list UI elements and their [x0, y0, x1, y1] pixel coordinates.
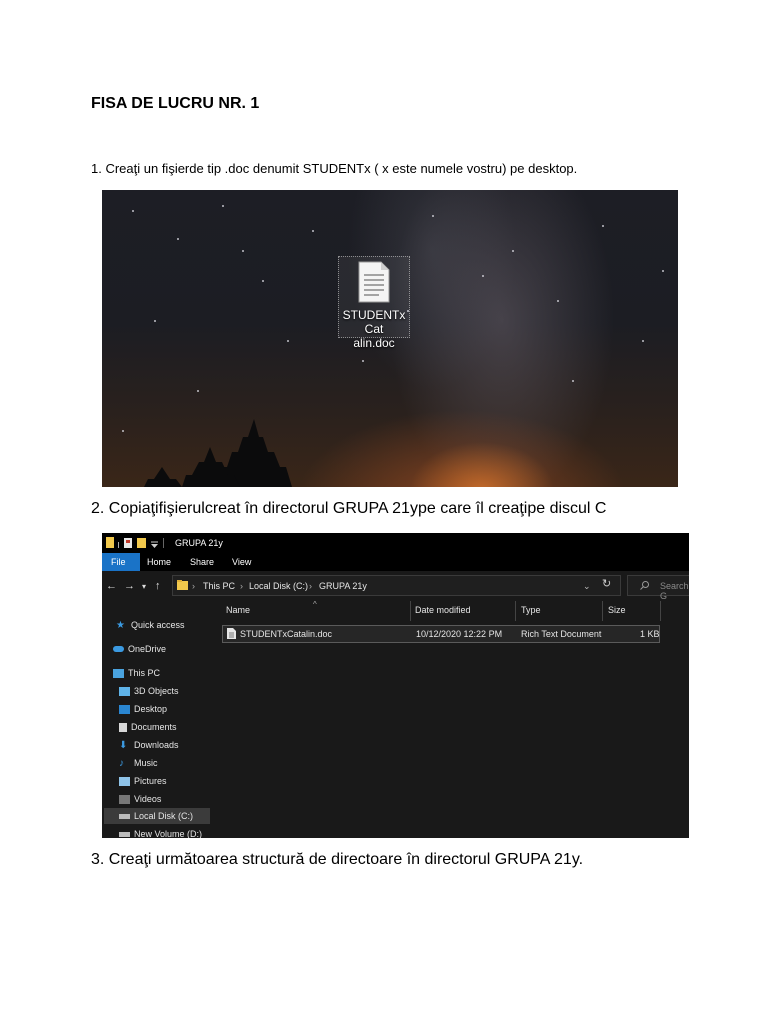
- search-input[interactable]: Search G: [627, 575, 689, 601]
- quick-access-toolbar[interactable]: [106, 537, 166, 549]
- star-icon: ★: [116, 619, 125, 631]
- sidebar-item-new-volume[interactable]: New Volume (D:): [119, 826, 202, 838]
- sidebar-item-label: Desktop: [134, 704, 168, 714]
- document-icon: [358, 261, 390, 303]
- breadcrumb-separator: ›: [309, 581, 312, 591]
- navigation-pane: ★ Quick access OneDrive This PC 3D Objec…: [102, 599, 210, 838]
- sidebar-item-label: New Volume (D:): [134, 829, 203, 838]
- column-divider[interactable]: [660, 601, 661, 621]
- document-icon: [119, 722, 127, 732]
- folder-icon: [177, 580, 188, 590]
- breadcrumb-this-pc[interactable]: This PC: [203, 581, 235, 591]
- sidebar-item-label: Videos: [134, 794, 162, 804]
- file-name: STUDENTxCatalin.doc: [240, 629, 333, 639]
- search-placeholder: Search G: [660, 581, 689, 601]
- sidebar-item-3d-objects[interactable]: 3D Objects: [119, 683, 179, 699]
- tab-home[interactable]: Home: [147, 557, 171, 567]
- column-header-type[interactable]: Type: [521, 605, 541, 615]
- sidebar-item-label: This PC: [128, 668, 161, 678]
- window-title: GRUPA 21y: [175, 538, 223, 548]
- sidebar-item-desktop[interactable]: Desktop: [119, 701, 167, 717]
- cloud-icon: [113, 646, 124, 652]
- column-divider[interactable]: [515, 601, 516, 621]
- sidebar-item-documents[interactable]: Documents: [119, 719, 177, 735]
- music-icon: ♪: [119, 757, 124, 769]
- column-divider[interactable]: [410, 601, 411, 621]
- search-icon: [640, 581, 649, 590]
- sidebar-item-videos[interactable]: Videos: [119, 791, 161, 807]
- sidebar-item-pictures[interactable]: Pictures: [119, 773, 167, 789]
- column-header-date-modified[interactable]: Date modified: [415, 605, 471, 615]
- sidebar-item-onedrive[interactable]: OneDrive: [113, 641, 166, 657]
- desktop-file-label-line1: STUDENTxCat: [342, 308, 406, 336]
- desktop-file-icon[interactable]: STUDENTxCat alin.doc: [338, 256, 410, 350]
- sidebar-item-label: Quick access: [131, 620, 185, 630]
- desktop-file-label-line2: alin.doc: [353, 336, 395, 350]
- sidebar-item-downloads[interactable]: ⬇ Downloads: [119, 737, 179, 753]
- drive-icon: [119, 813, 130, 819]
- sidebar-item-local-disk[interactable]: Local Disk (C:): [104, 808, 210, 824]
- title-bar: GRUPA 21y: [102, 533, 689, 553]
- sort-arrow-icon: ^: [313, 600, 317, 609]
- breadcrumb-local-disk[interactable]: Local Disk (C:): [249, 581, 308, 591]
- sidebar-item-label: 3D Objects: [134, 686, 179, 696]
- forward-arrow-icon[interactable]: →: [124, 580, 135, 592]
- sidebar-item-music[interactable]: ♪ Music: [119, 755, 158, 771]
- tab-view[interactable]: View: [232, 557, 251, 567]
- tab-share[interactable]: Share: [190, 557, 214, 567]
- address-row: ← → ▾ ↑ › This PC › Local Disk (C:) › GR…: [102, 571, 689, 601]
- sidebar-item-this-pc[interactable]: This PC: [113, 665, 160, 681]
- breadcrumb-separator: ›: [192, 581, 195, 591]
- sidebar-item-label: Music: [134, 758, 158, 768]
- sidebar-item-quick-access[interactable]: ★ Quick access: [116, 617, 185, 633]
- file-explorer-window: GRUPA 21y File Home Share View ← → ▾ ↑ ›…: [102, 533, 689, 838]
- tree-silhouette: [144, 419, 292, 487]
- desktop-screenshot: STUDENTxCat alin.doc: [102, 190, 678, 487]
- sidebar-item-label: Local Disk (C:): [134, 811, 194, 821]
- computer-icon: [113, 668, 124, 678]
- sidebar-item-label: OneDrive: [128, 644, 167, 654]
- column-header-name[interactable]: Name: [226, 605, 250, 615]
- address-dropdown-icon[interactable]: ⌄: [583, 581, 591, 592]
- file-date-modified: 10/12/2020 12:22 PM: [416, 629, 503, 639]
- recent-chevron-icon[interactable]: ▾: [142, 582, 146, 591]
- worksheet-title: FISA DE LUCRU NR. 1: [91, 95, 260, 112]
- desktop-file-label: STUDENTxCat alin.doc: [339, 308, 409, 350]
- document-icon: [227, 628, 236, 639]
- sidebar-item-label: Pictures: [134, 776, 167, 786]
- tab-file[interactable]: File: [111, 557, 126, 567]
- step-1-instruction: 1. Creaţi un fişierde tip .doc denumit S…: [91, 161, 578, 176]
- drive-icon: [119, 831, 130, 837]
- cube-icon: [119, 686, 130, 696]
- back-arrow-icon[interactable]: ←: [106, 580, 117, 592]
- ribbon-tabs: File Home Share View: [102, 553, 689, 571]
- video-icon: [119, 794, 130, 804]
- address-bar[interactable]: › This PC › Local Disk (C:) › GRUPA 21y …: [172, 575, 621, 596]
- file-row[interactable]: STUDENTxCatalin.doc 10/12/2020 12:22 PM …: [222, 625, 660, 643]
- pictures-icon: [119, 776, 130, 786]
- desktop-icon: [119, 704, 130, 714]
- step-2-instruction: 2. Copiaţifişierulcreat în directorul GR…: [91, 500, 607, 517]
- column-header-size[interactable]: Size: [608, 605, 626, 615]
- breadcrumb-grupa[interactable]: GRUPA 21y: [319, 581, 367, 591]
- file-type: Rich Text Document: [521, 629, 602, 639]
- column-divider[interactable]: [602, 601, 603, 621]
- sidebar-item-label: Downloads: [134, 740, 179, 750]
- up-arrow-icon[interactable]: ↑: [155, 580, 161, 592]
- breadcrumb-separator: ›: [240, 581, 243, 591]
- download-icon: ⬇: [119, 739, 128, 751]
- refresh-icon[interactable]: ↻: [602, 577, 611, 590]
- step-3-instruction: 3. Creaţi următoarea structură de direct…: [91, 851, 584, 868]
- file-size: 1 KB: [640, 629, 660, 639]
- sidebar-item-label: Documents: [131, 722, 177, 732]
